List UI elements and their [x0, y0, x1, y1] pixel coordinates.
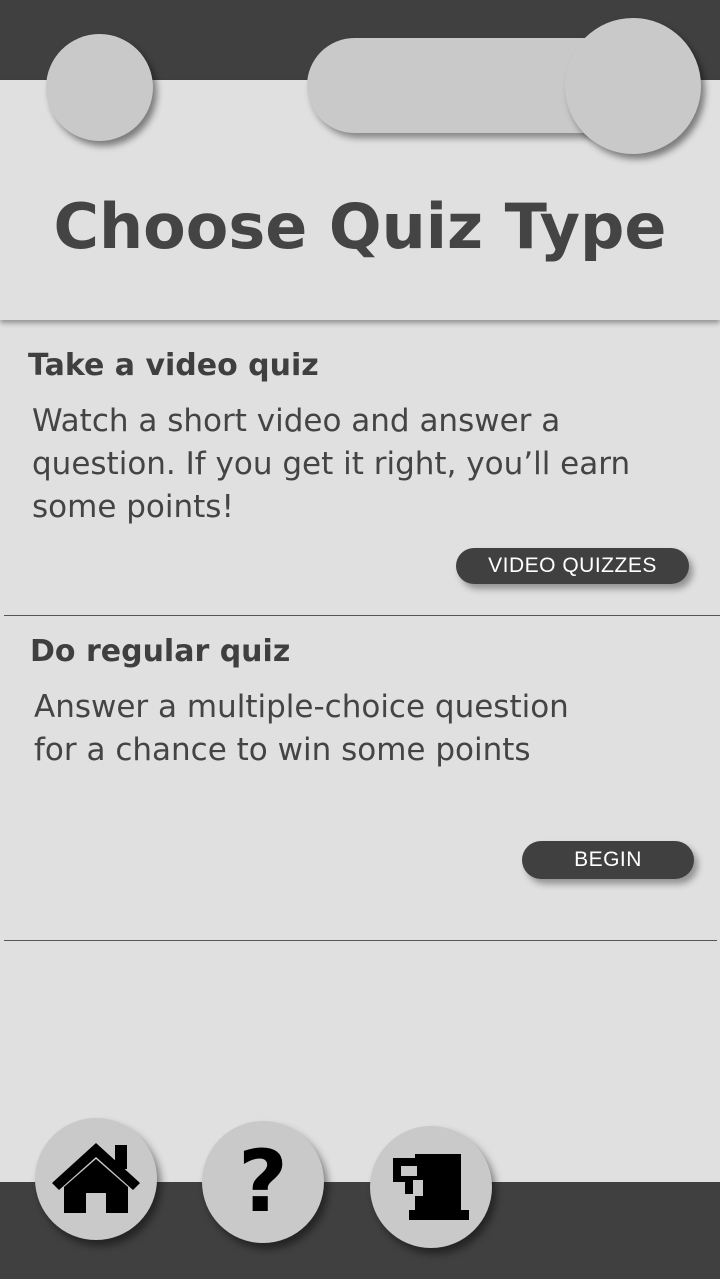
divider	[4, 940, 717, 941]
toggle-knob[interactable]	[565, 18, 701, 154]
store-nav-button[interactable]	[370, 1126, 492, 1248]
description-line: question. If you get it right, you’ll ea…	[32, 446, 631, 482]
divider	[4, 615, 720, 616]
store-icon	[393, 1154, 469, 1220]
video-quizzes-button[interactable]: VIDEO QUIZZES	[456, 548, 689, 584]
card-description: Watch a short video and answer a questio…	[32, 400, 630, 529]
card-description: Answer a multiple-choice question for a …	[34, 686, 569, 772]
card-title: Do regular quiz	[30, 634, 291, 669]
description-line: for a chance to win some points	[34, 732, 531, 768]
avatar[interactable]	[46, 34, 153, 141]
help-nav-button[interactable]: ?	[202, 1121, 324, 1243]
help-icon: ?	[238, 1132, 288, 1232]
description-line: Answer a multiple-choice question	[34, 689, 569, 725]
home-nav-button[interactable]	[35, 1118, 157, 1240]
description-line: Watch a short video and answer a	[32, 403, 561, 439]
home-icon	[52, 1143, 140, 1213]
card-title: Take a video quiz	[28, 348, 319, 383]
page-title: Choose Quiz Type	[53, 190, 667, 263]
description-line: some points!	[32, 489, 234, 525]
begin-button[interactable]: BEGIN	[522, 841, 694, 879]
